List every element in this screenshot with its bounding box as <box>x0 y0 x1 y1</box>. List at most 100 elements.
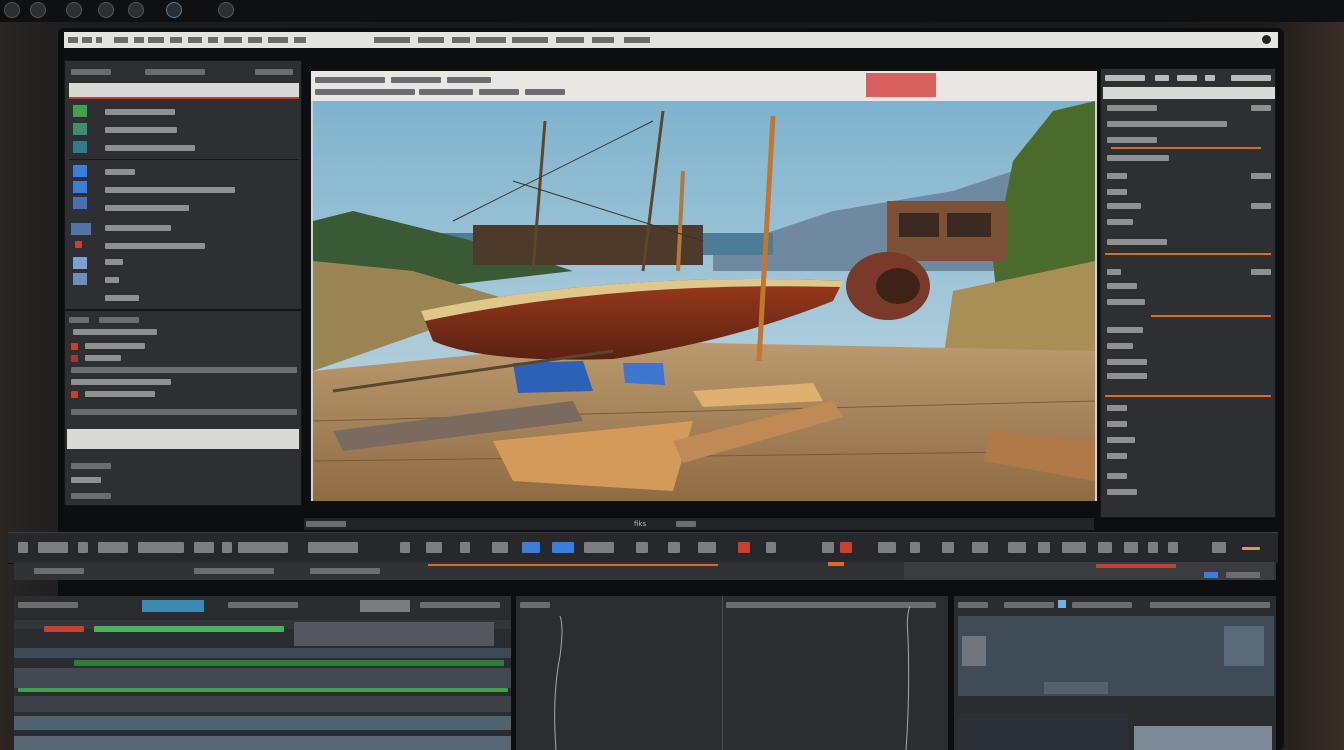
menu-item[interactable] <box>624 37 650 43</box>
toolbar-button[interactable] <box>1062 542 1086 553</box>
range-marker[interactable] <box>1204 572 1218 578</box>
list-item[interactable] <box>105 277 119 283</box>
audio-clip[interactable] <box>74 660 504 666</box>
tab-inspector[interactable] <box>1105 75 1145 81</box>
clip-thumbnail[interactable] <box>1224 626 1264 666</box>
app-icon[interactable] <box>166 2 182 18</box>
app-icon[interactable] <box>98 2 114 18</box>
toolbar-button[interactable] <box>584 542 614 553</box>
audio-clip[interactable] <box>44 626 84 632</box>
list-item[interactable] <box>85 343 145 349</box>
in-out-range[interactable] <box>428 564 718 566</box>
toolbar-item[interactable] <box>419 89 473 95</box>
toolbar-button[interactable] <box>942 542 954 553</box>
toolbar-button[interactable] <box>1038 542 1050 553</box>
menu-item[interactable] <box>452 37 470 43</box>
toolbar-button[interactable] <box>194 542 214 553</box>
clip-thumbnail-icon[interactable] <box>73 181 87 193</box>
toolbar-button[interactable] <box>1168 542 1178 553</box>
clip-thumbnail-icon[interactable] <box>71 223 91 235</box>
toolbar-item[interactable] <box>479 89 519 95</box>
audio-clip[interactable] <box>94 626 284 632</box>
tab-item[interactable] <box>420 602 500 608</box>
clip-thumbnail-icon[interactable] <box>73 105 87 117</box>
toolbar-button[interactable] <box>698 542 716 553</box>
toolbar-button[interactable] <box>878 542 896 553</box>
toolbar-button[interactable] <box>766 542 776 553</box>
clip-thumbnail-icon[interactable] <box>73 141 87 153</box>
tab-item[interactable] <box>18 602 78 608</box>
list-item[interactable] <box>105 127 177 133</box>
toolbar-item[interactable] <box>391 77 441 83</box>
toolbar-button[interactable] <box>400 542 410 553</box>
tab-item[interactable] <box>1072 602 1132 608</box>
tab-icon[interactable] <box>1058 600 1066 608</box>
toolbar-button[interactable] <box>138 542 184 553</box>
tab-item[interactable] <box>1155 75 1169 81</box>
toolbar-button-active[interactable] <box>522 542 540 553</box>
toolbar-button[interactable] <box>238 542 288 553</box>
record-button[interactable] <box>738 542 750 553</box>
clip-thumbnail-icon[interactable] <box>73 123 87 135</box>
menu-item[interactable] <box>134 37 144 43</box>
toolbar-item[interactable] <box>447 77 491 83</box>
tab-item[interactable] <box>1177 75 1197 81</box>
toolbar-button[interactable] <box>668 542 680 553</box>
list-item[interactable] <box>105 187 235 193</box>
list-item[interactable] <box>105 259 123 265</box>
app-icon[interactable] <box>30 2 46 18</box>
toolbar-button[interactable] <box>910 542 920 553</box>
video-clip[interactable] <box>294 622 494 646</box>
list-item[interactable] <box>105 295 139 301</box>
property-value[interactable] <box>1251 173 1271 179</box>
tab-item[interactable] <box>1231 75 1271 81</box>
menu-item[interactable] <box>418 37 444 43</box>
toolbar-button[interactable] <box>1148 542 1158 553</box>
list-item[interactable] <box>85 355 121 361</box>
tab-active[interactable] <box>142 600 204 612</box>
toolbar-button[interactable] <box>972 542 988 553</box>
toolbar-button[interactable] <box>460 542 470 553</box>
toolbar-button[interactable] <box>1098 542 1112 553</box>
audio-clip[interactable] <box>18 688 508 692</box>
toolbar-button-active[interactable] <box>552 542 574 553</box>
timeline-ruler[interactable] <box>14 562 1276 580</box>
menu-item[interactable] <box>208 37 218 43</box>
tab-item[interactable] <box>360 600 410 612</box>
property-value[interactable] <box>1251 269 1271 275</box>
clip-thumbnail-icon[interactable] <box>73 273 87 285</box>
property-value[interactable] <box>1251 203 1271 209</box>
list-item[interactable] <box>71 477 101 483</box>
menu-item[interactable] <box>248 37 262 43</box>
window-close-button[interactable] <box>1262 35 1271 44</box>
power-icon[interactable] <box>218 2 234 18</box>
menu-item[interactable] <box>188 37 202 43</box>
marker-button[interactable] <box>840 542 852 553</box>
clip-thumbnail-icon[interactable] <box>73 257 87 269</box>
toolbar-button[interactable] <box>822 542 834 553</box>
slider-track[interactable] <box>1151 315 1271 317</box>
toolbar-button[interactable] <box>98 542 128 553</box>
playhead-marker[interactable] <box>828 562 844 566</box>
toolbar-button[interactable] <box>1124 542 1138 553</box>
tab-item[interactable] <box>1205 75 1215 81</box>
list-item[interactable] <box>71 409 297 415</box>
list-item[interactable] <box>105 225 171 231</box>
clip-thumbnail[interactable] <box>962 636 986 666</box>
toolbar-button[interactable] <box>492 542 508 553</box>
toolbar-item[interactable] <box>315 89 415 95</box>
toolbar-button[interactable] <box>78 542 88 553</box>
toolbar-button[interactable] <box>308 542 358 553</box>
menu-item[interactable] <box>170 37 182 43</box>
toolbar-button[interactable] <box>1242 547 1260 550</box>
list-item[interactable] <box>105 205 189 211</box>
list-item[interactable] <box>105 109 175 115</box>
toolbar-button[interactable] <box>1008 542 1026 553</box>
menu-item[interactable] <box>294 37 306 43</box>
slider-track[interactable] <box>1111 147 1261 149</box>
list-item[interactable] <box>71 463 111 469</box>
menu-item[interactable] <box>592 37 614 43</box>
menu-item[interactable] <box>512 37 548 43</box>
clip-list[interactable] <box>958 714 1128 750</box>
menu-item[interactable] <box>374 37 410 43</box>
